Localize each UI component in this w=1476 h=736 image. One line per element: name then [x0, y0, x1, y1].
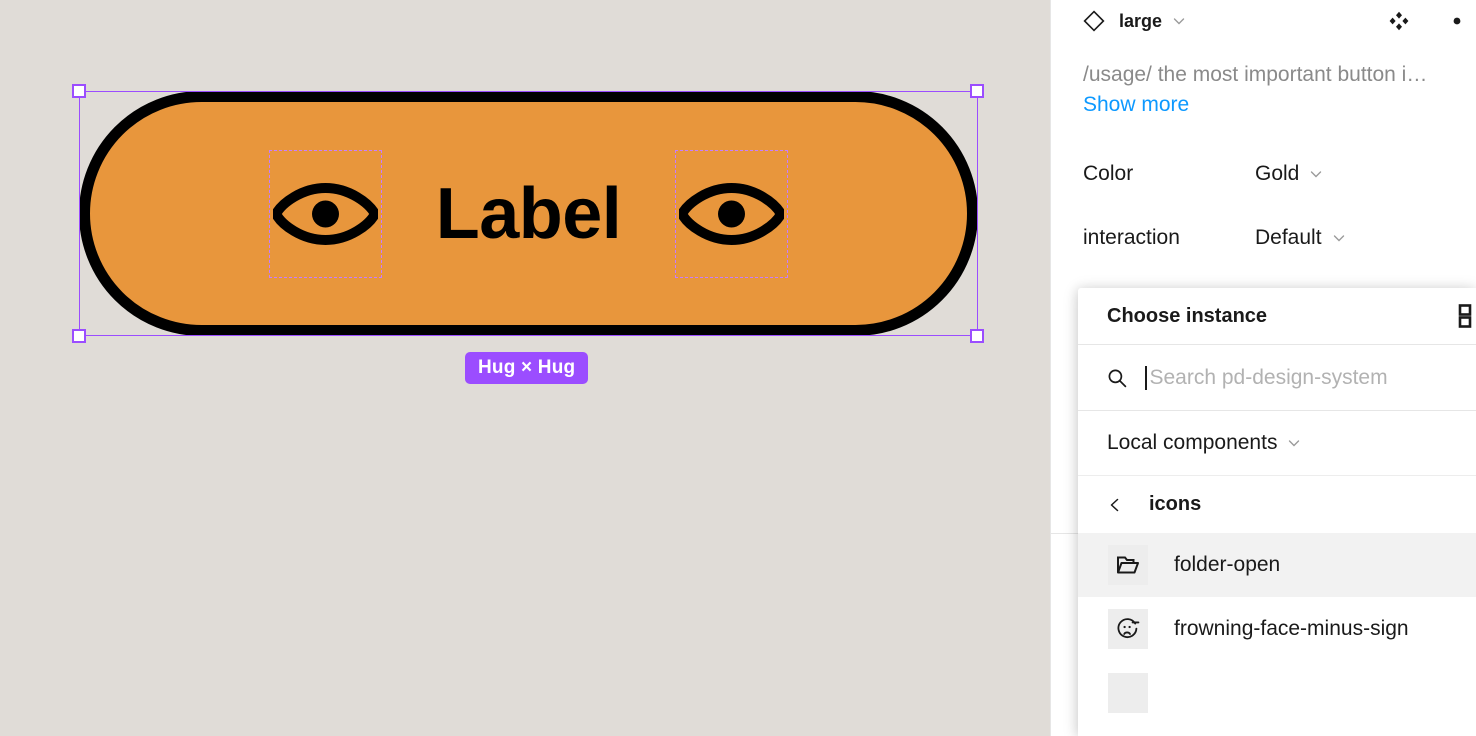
chevron-left-icon[interactable] [1107, 497, 1123, 513]
popover-title: Choose instance [1107, 304, 1268, 327]
chevron-down-icon[interactable] [1287, 436, 1301, 450]
section-label: Local components [1107, 431, 1278, 454]
list-item-partial[interactable] [1078, 661, 1476, 725]
usage-description: /usage/ the most important button i… Sho… [1083, 62, 1476, 117]
list-item[interactable]: frowning-face-minus-sign [1078, 597, 1476, 661]
property-row-color: Color Gold [1083, 161, 1476, 187]
search-field-wrap [1145, 365, 1476, 390]
list-item-label: frowning-face-minus-sign [1174, 617, 1409, 640]
breadcrumb-label: icons [1149, 493, 1202, 515]
choose-instance-popover: Choose instance Local components [1078, 288, 1476, 736]
list-view-icon[interactable] [1454, 303, 1474, 329]
size-badge: Hug × Hug [465, 352, 589, 384]
property-value[interactable]: Gold [1255, 162, 1299, 186]
chevron-down-icon[interactable] [1309, 167, 1323, 181]
property-label: interaction [1083, 226, 1180, 249]
left-icon-slot[interactable] [268, 149, 382, 278]
folder-open-icon [1117, 556, 1139, 574]
eye-icon [679, 182, 785, 245]
chevron-down-icon[interactable] [1172, 14, 1186, 28]
button-component-preview[interactable]: Label [79, 91, 978, 336]
show-more-link[interactable]: Show more [1083, 93, 1476, 117]
resize-handle-bottom-right[interactable] [970, 329, 984, 343]
component-name[interactable]: large [1119, 11, 1162, 32]
popover-header: Choose instance [1078, 288, 1476, 345]
design-canvas[interactable]: Label Hug × Hug [0, 0, 1050, 736]
instance-thumbnail [1108, 609, 1148, 649]
dot-icon[interactable] [1453, 17, 1461, 25]
resize-handle-top-right[interactable] [970, 84, 984, 98]
right-icon-slot[interactable] [675, 149, 789, 278]
four-diamond-icon[interactable] [1389, 11, 1409, 31]
breadcrumb[interactable]: icons [1078, 475, 1476, 533]
local-components-section[interactable]: Local components [1078, 411, 1476, 475]
button-label: Label [435, 173, 622, 254]
resize-handle-top-left[interactable] [72, 84, 86, 98]
component-header-row: large [1051, 0, 1476, 42]
search-row[interactable] [1078, 345, 1476, 411]
instance-thumbnail [1108, 673, 1148, 713]
list-item[interactable]: folder-open [1078, 533, 1476, 597]
figma-window: Label Hug × Hug large /usage/ the most i… [0, 0, 1476, 736]
chevron-down-icon[interactable] [1332, 231, 1346, 245]
usage-text: /usage/ the most important button i… [1083, 63, 1428, 86]
search-icon [1108, 369, 1127, 387]
property-row-interaction: interaction Default [1083, 225, 1476, 251]
resize-handle-bottom-left[interactable] [72, 329, 86, 343]
diamond-icon [1083, 10, 1105, 32]
property-label: Color [1083, 162, 1134, 185]
search-input[interactable] [1146, 365, 1476, 390]
property-value[interactable]: Default [1255, 226, 1322, 250]
frowning-face-minus-sign-icon [1117, 618, 1140, 638]
list-item-label: folder-open [1174, 553, 1281, 576]
eye-icon [272, 182, 378, 245]
instance-thumbnail [1108, 545, 1148, 585]
